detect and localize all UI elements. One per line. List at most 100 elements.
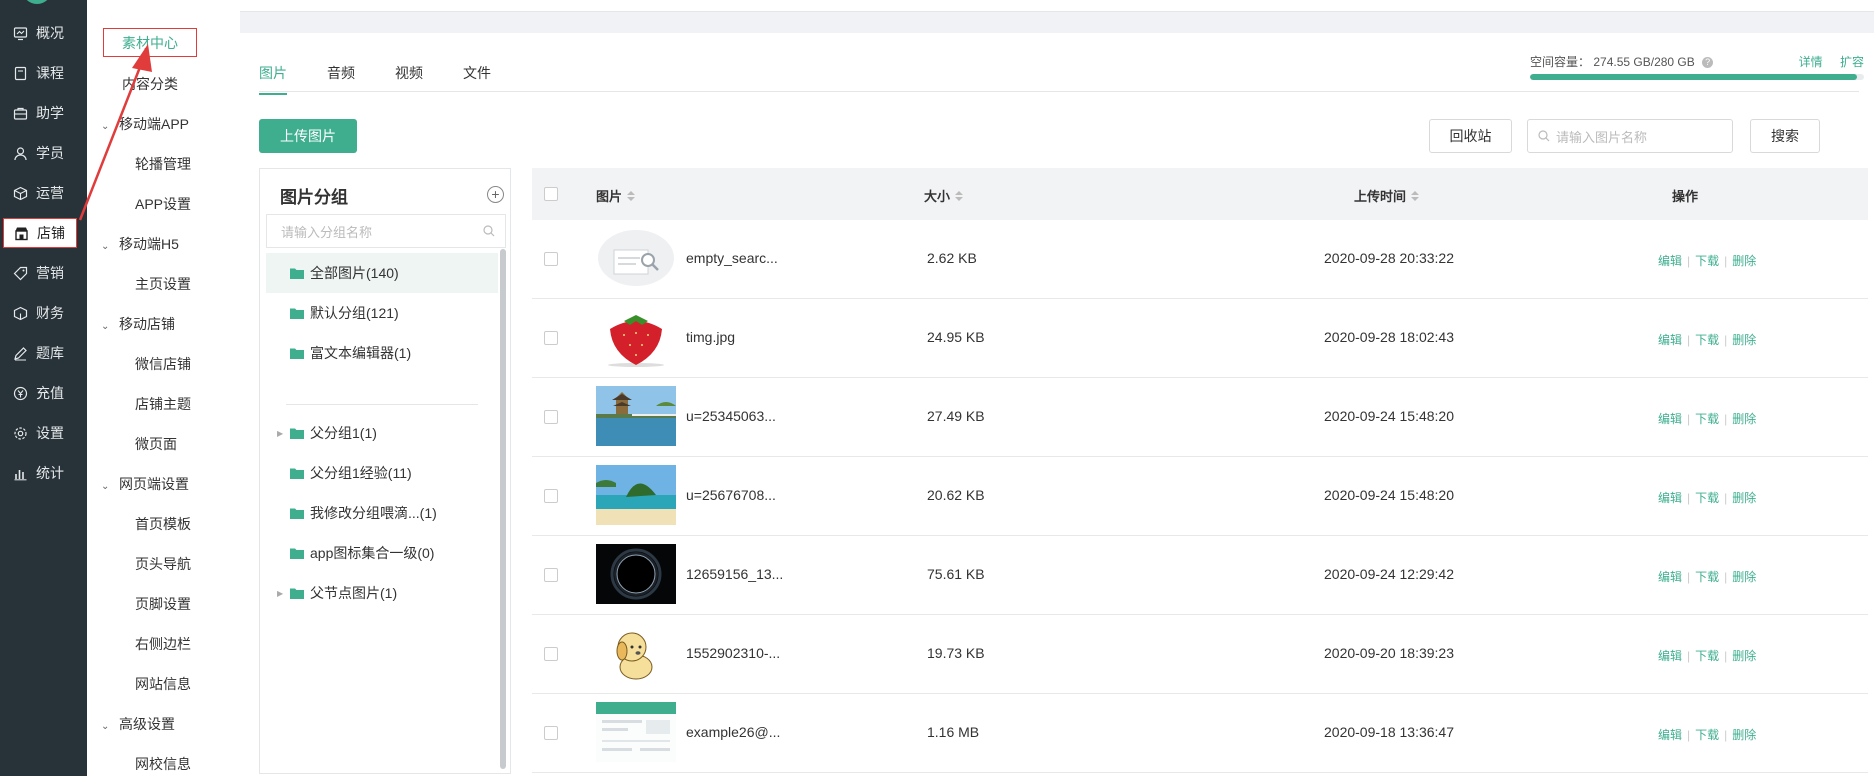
group-item[interactable]: ▶ 父分组1(1) <box>266 413 498 453</box>
submenu-item-carousel[interactable]: 轮播管理 <box>135 154 191 174</box>
image-thumbnail[interactable] <box>596 623 676 683</box>
edit-link[interactable]: 编辑 <box>1658 570 1682 584</box>
submenu-group-label: 高级设置 <box>119 716 175 732</box>
sort-icon[interactable] <box>627 190 636 201</box>
sort-icon[interactable] <box>1411 190 1420 201</box>
sidebar-item-monitor[interactable]: 概况 <box>3 18 77 48</box>
download-link[interactable]: 下载 <box>1695 570 1719 584</box>
sidebar-item-cube[interactable]: 运营 <box>3 178 77 208</box>
download-link[interactable]: 下载 <box>1695 412 1719 426</box>
quota-expand-link[interactable]: 扩容 <box>1840 55 1864 69</box>
group-item[interactable]: 我修改分组喂滴...(1) <box>266 493 498 533</box>
recycle-bin-button[interactable]: 回收站 <box>1429 119 1512 153</box>
download-link[interactable]: 下载 <box>1695 649 1719 663</box>
row-checkbox[interactable] <box>544 489 558 503</box>
delete-link[interactable]: 删除 <box>1732 570 1756 584</box>
row-actions: 编辑 | 下载 | 删除 <box>1658 333 1757 347</box>
image-thumbnail[interactable] <box>596 702 676 762</box>
image-groups-panel: 图片分组 + 请输入分组名称 全部图片(140) 默认分组(121) 富文本编辑器(… <box>259 168 511 774</box>
book-icon <box>14 66 27 80</box>
download-link[interactable]: 下载 <box>1695 254 1719 268</box>
sidebar-item-briefcase[interactable]: 助学 <box>3 98 77 128</box>
group-item[interactable]: app图标集合一级(0) <box>266 533 498 573</box>
submenu-group-web-settings[interactable]: ⌄ 网页端设置 <box>101 474 189 494</box>
submenu-item-right-sidebar[interactable]: 右侧边栏 <box>135 634 191 654</box>
row-checkbox[interactable] <box>544 331 558 345</box>
row-checkbox[interactable] <box>544 410 558 424</box>
edit-link[interactable]: 编辑 <box>1658 491 1682 505</box>
submenu-item-footer-settings[interactable]: 页脚设置 <box>135 594 191 614</box>
delete-link[interactable]: 删除 <box>1732 728 1756 742</box>
help-icon[interactable]: ? <box>1702 57 1714 69</box>
edit-link[interactable]: 编辑 <box>1658 254 1682 268</box>
delete-link[interactable]: 删除 <box>1732 412 1756 426</box>
download-link[interactable]: 下载 <box>1695 491 1719 505</box>
sidebar-item-yen[interactable]: 充值 <box>3 378 77 408</box>
sidebar-item-box[interactable]: 财务 <box>3 298 77 328</box>
groups-scrollbar[interactable] <box>500 249 506 769</box>
column-header-size[interactable]: 大小 <box>924 186 964 205</box>
delete-link[interactable]: 删除 <box>1732 491 1756 505</box>
image-thumbnail[interactable] <box>596 544 676 604</box>
submenu-item-school-info[interactable]: 网校信息 <box>135 754 191 774</box>
delete-link[interactable]: 删除 <box>1732 649 1756 663</box>
submenu-item-micro-page[interactable]: 微页面 <box>135 434 177 454</box>
edit-link[interactable]: 编辑 <box>1658 728 1682 742</box>
groups-divider <box>286 404 478 405</box>
group-item[interactable]: 父分组1经验(11) <box>266 453 498 493</box>
submenu-group-advanced[interactable]: ⌄ 高级设置 <box>101 714 175 734</box>
caret-right-icon[interactable]: ▶ <box>277 589 283 598</box>
submenu-group-mobile-app[interactable]: ⌄ 移动端APP <box>101 114 189 134</box>
submenu-item-app-settings[interactable]: APP设置 <box>135 194 191 214</box>
group-item[interactable]: 默认分组(121) <box>266 293 498 333</box>
sidebar-item-gear[interactable]: 设置 <box>3 418 77 448</box>
edit-link[interactable]: 编辑 <box>1658 412 1682 426</box>
row-checkbox[interactable] <box>544 252 558 266</box>
sidebar-item-label: 营销 <box>36 265 64 281</box>
submenu-item-content-category[interactable]: 内容分类 <box>122 74 178 94</box>
image-thumbnail[interactable] <box>596 307 676 367</box>
group-item[interactable]: 富文本编辑器(1) <box>266 333 498 373</box>
download-link[interactable]: 下载 <box>1695 333 1719 347</box>
download-link[interactable]: 下载 <box>1695 728 1719 742</box>
sidebar-item-bar-chart[interactable]: 统计 <box>3 458 77 488</box>
submenu-item-material-center[interactable]: 素材中心 <box>103 28 197 57</box>
group-search-input[interactable]: 请输入分组名称 <box>266 214 506 248</box>
submenu-group-mobile-h5[interactable]: ⌄ 移动端H5 <box>101 234 179 254</box>
group-item[interactable]: 全部图片(140) <box>266 253 498 293</box>
image-thumbnail[interactable] <box>596 465 676 525</box>
group-item-label: 我修改分组喂滴...(1) <box>310 505 437 521</box>
sidebar-item-store[interactable]: 店铺 <box>3 218 77 248</box>
add-group-icon[interactable]: + <box>487 186 504 203</box>
search-button[interactable]: 搜索 <box>1750 119 1820 153</box>
submenu-item-header-nav[interactable]: 页头导航 <box>135 554 191 574</box>
submenu-item-home-template[interactable]: 首页模板 <box>135 514 191 534</box>
sidebar-item-tag[interactable]: 营销 <box>3 258 77 288</box>
edit-link[interactable]: 编辑 <box>1658 649 1682 663</box>
delete-link[interactable]: 删除 <box>1732 333 1756 347</box>
image-search-input[interactable]: 请输入图片名称 <box>1527 119 1733 153</box>
submenu-item-site-info[interactable]: 网站信息 <box>135 674 191 694</box>
submenu-item-wechat-store[interactable]: 微信店铺 <box>135 354 191 374</box>
sort-icon[interactable] <box>955 190 964 201</box>
sidebar-item-book[interactable]: 课程 <box>3 58 77 88</box>
edit-link[interactable]: 编辑 <box>1658 333 1682 347</box>
row-checkbox[interactable] <box>544 568 558 582</box>
row-checkbox[interactable] <box>544 647 558 661</box>
column-header-upload-time[interactable]: 上传时间 <box>1354 186 1420 205</box>
column-header-image[interactable]: 图片 <box>596 186 636 205</box>
upload-image-button[interactable]: 上传图片 <box>259 119 357 153</box>
sidebar-item-user[interactable]: 学员 <box>3 138 77 168</box>
sidebar-item-pen[interactable]: 题库 <box>3 338 77 368</box>
submenu-group-mobile-store[interactable]: ⌄ 移动店铺 <box>101 314 175 334</box>
group-item[interactable]: ▶ 父节点图片(1) <box>266 573 498 613</box>
caret-right-icon[interactable]: ▶ <box>277 429 283 438</box>
quota-detail-link[interactable]: 详情 <box>1799 55 1823 69</box>
submenu-item-home-settings[interactable]: 主页设置 <box>135 274 191 294</box>
row-checkbox[interactable] <box>544 726 558 740</box>
submenu-item-store-theme[interactable]: 店铺主题 <box>135 394 191 414</box>
select-all-checkbox[interactable] <box>544 187 558 201</box>
delete-link[interactable]: 删除 <box>1732 254 1756 268</box>
image-thumbnail[interactable] <box>596 386 676 446</box>
image-thumbnail[interactable] <box>596 228 676 288</box>
